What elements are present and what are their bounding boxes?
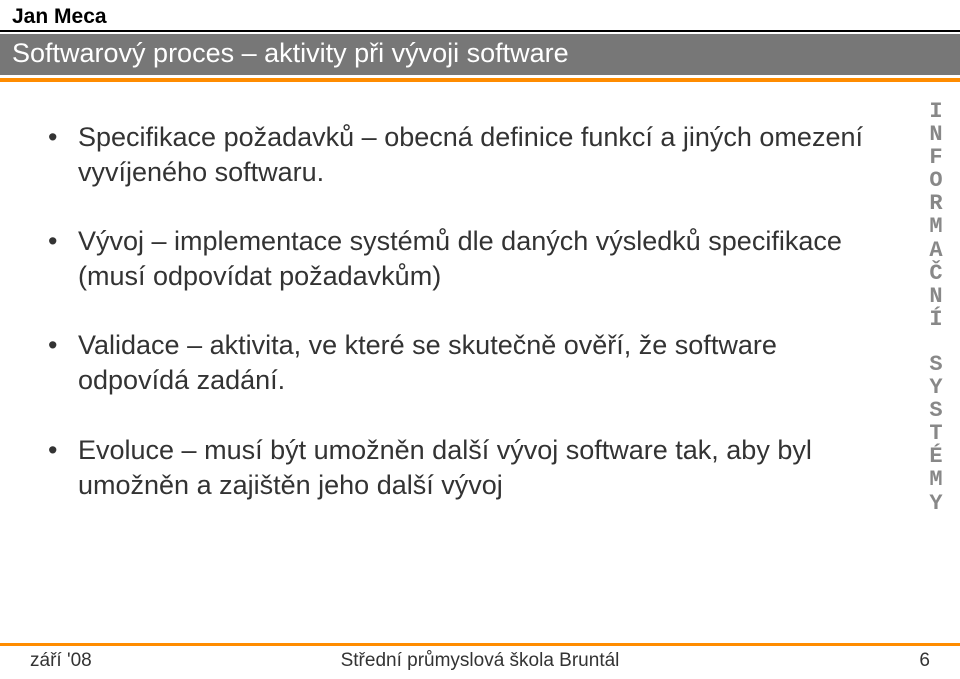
title-bar: Softwarový proces – aktivity při vývoji … bbox=[0, 34, 960, 75]
list-item: Specifikace požadavků – obecná definice … bbox=[20, 120, 870, 190]
footer-date: září '08 bbox=[30, 650, 92, 672]
list-item: Validace – aktivita, ve které se skutečn… bbox=[20, 328, 870, 398]
author-underline bbox=[0, 30, 960, 32]
sidebar-word-2: SYSTÉMY bbox=[922, 353, 950, 515]
slide-title: Softwarový proces – aktivity při vývoji … bbox=[12, 38, 569, 68]
list-item: Evoluce – musí být umožněn další vývoj s… bbox=[20, 433, 870, 503]
footer: Střední průmyslová škola Bruntál září '0… bbox=[0, 643, 960, 679]
title-accent-line bbox=[0, 78, 960, 82]
list-item: Vývoj – implementace systémů dle daných … bbox=[20, 224, 870, 294]
content-area: Specifikace požadavků – obecná definice … bbox=[20, 120, 870, 537]
slide: Jan Meca Softwarový proces – aktivity př… bbox=[0, 0, 960, 679]
author-name: Jan Meca bbox=[12, 5, 107, 29]
footer-center: Střední průmyslová škola Bruntál bbox=[0, 650, 960, 672]
footer-page-number: 6 bbox=[919, 650, 930, 672]
sidebar-vertical-text: INFORMAČNÍ SYSTÉMY bbox=[922, 100, 950, 515]
sidebar-word-1: INFORMAČNÍ bbox=[922, 100, 950, 331]
bullet-list: Specifikace požadavků – obecná definice … bbox=[20, 120, 870, 503]
